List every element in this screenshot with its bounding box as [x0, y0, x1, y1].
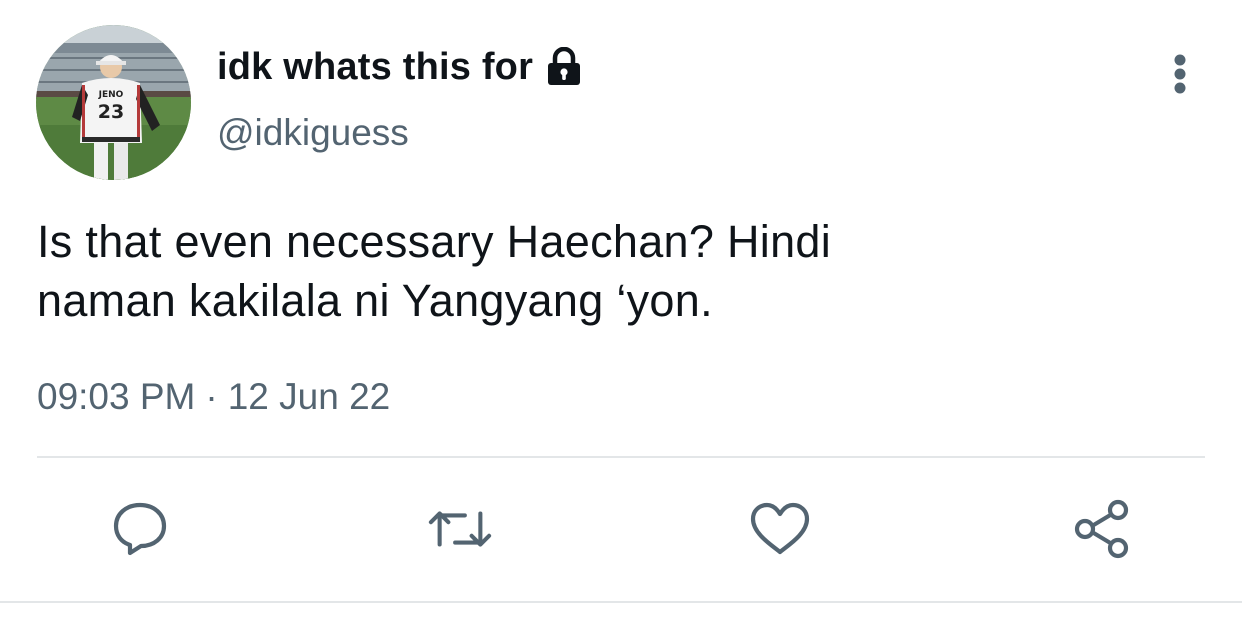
reply-icon — [113, 502, 167, 556]
divider — [0, 601, 1242, 603]
user-name-row[interactable]: idk whats this for — [217, 44, 583, 90]
avatar-jersey-number: 23 — [98, 101, 124, 123]
display-name[interactable]: idk whats this for — [217, 46, 533, 89]
avatar[interactable]: JENO 23 — [36, 25, 191, 180]
reply-button[interactable] — [108, 497, 172, 561]
divider — [37, 456, 1205, 458]
tweet-timestamp: 09:03 PM · 12 Jun 22 — [37, 376, 390, 418]
share-icon — [1074, 499, 1129, 559]
share-button[interactable] — [1070, 497, 1134, 561]
user-handle[interactable]: @idkiguess — [217, 112, 409, 154]
retweet-icon — [428, 511, 492, 547]
tweet-date: 12 Jun 22 — [227, 376, 391, 417]
avatar-jersey-name: JENO — [98, 90, 124, 100]
retweet-button[interactable] — [428, 497, 492, 561]
lock-icon — [545, 46, 583, 87]
heart-icon — [750, 502, 810, 555]
tweet-text-line: naman kakilala ni Yangyang ‘yon. — [37, 275, 713, 326]
more-options-button[interactable] — [1160, 50, 1200, 98]
tweet-text: Is that even necessary Haechan? Hindi na… — [37, 212, 1117, 330]
meta-separator: · — [205, 376, 218, 417]
like-button[interactable] — [748, 497, 812, 561]
tweet-text-line: Is that even necessary Haechan? Hindi — [37, 216, 832, 267]
more-vertical-icon — [1174, 54, 1186, 94]
tweet-time: 09:03 PM — [37, 376, 196, 417]
